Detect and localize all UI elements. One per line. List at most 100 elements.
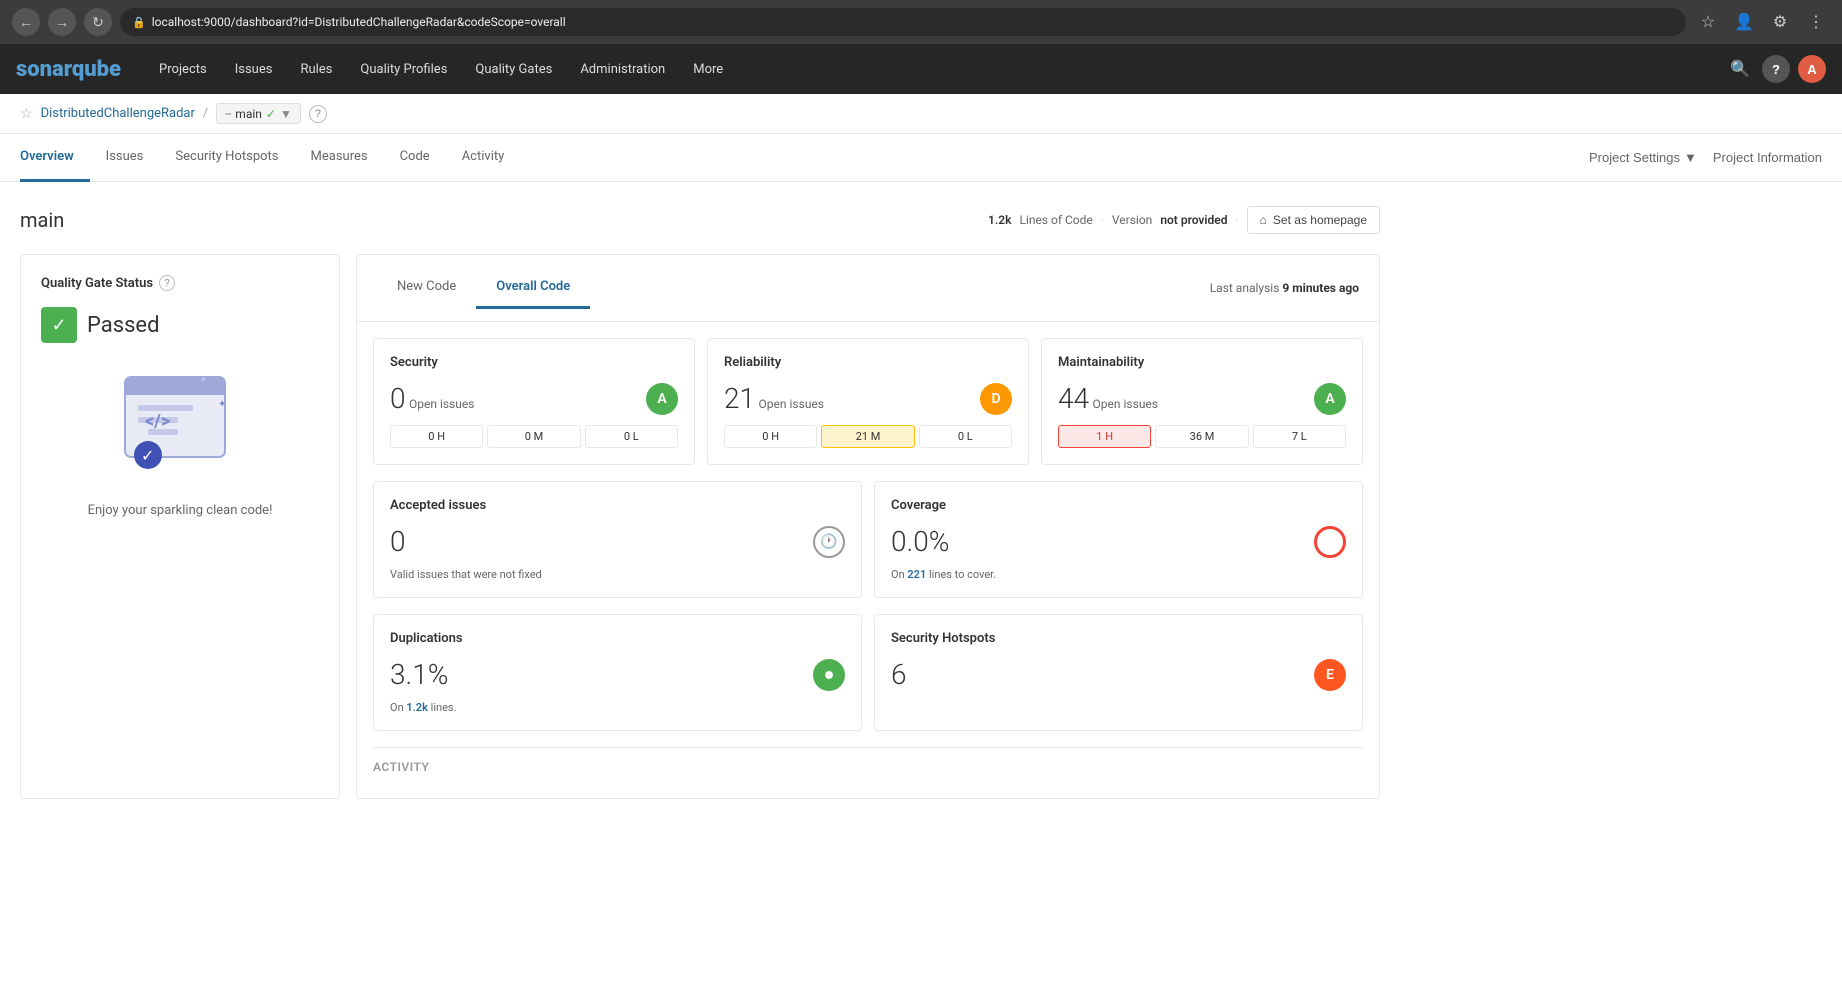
security-value-row: 0 Open issues A — [390, 382, 678, 415]
coverage-sub-count: 221 — [907, 568, 926, 581]
accepted-icon: 🕐 — [813, 526, 845, 558]
accepted-title: Accepted issues — [390, 498, 845, 513]
avatar-button[interactable]: A — [1798, 55, 1826, 83]
meta-sep2: · — [1236, 213, 1239, 227]
forward-button[interactable]: → — [48, 8, 76, 36]
address-bar[interactable]: 🔒 localhost:9000/dashboard?id=Distribute… — [120, 8, 1686, 36]
subnav-activity[interactable]: Activity — [446, 134, 521, 182]
version-value: not provided — [1160, 213, 1227, 227]
maintainability-label: Open issues — [1093, 397, 1158, 411]
loc-label: Lines of Code — [1019, 213, 1092, 227]
dup-dot-inner — [825, 671, 833, 679]
last-analysis: Last analysis 9 minutes ago — [1210, 281, 1359, 295]
nav-projects[interactable]: Projects — [145, 44, 221, 94]
coverage-sublabel: On 221 lines to cover. — [891, 568, 1346, 581]
quality-gate-card: Quality Gate Status ? ✓ Passed — [20, 254, 340, 799]
quality-gate-help-button[interactable]: ? — [159, 275, 175, 291]
meta-sep: · — [1101, 213, 1104, 227]
profile-button[interactable]: 👤 — [1730, 8, 1758, 36]
security-hotspots-value: 6 — [891, 658, 907, 691]
project-breadcrumb-link[interactable]: DistributedChallengeRadar — [41, 106, 195, 121]
bookmark-button[interactable]: ☆ — [1694, 8, 1722, 36]
subnav-security-hotspots[interactable]: Security Hotspots — [159, 134, 294, 182]
nav-rules[interactable]: Rules — [286, 44, 346, 94]
breadcrumb-bar: ☆ DistributedChallengeRadar / ⎯ main ✓ ▼… — [0, 94, 1842, 134]
last-analysis-time: 9 minutes ago — [1282, 281, 1359, 295]
branch-badge[interactable]: ⎯ main ✓ ▼ — [216, 103, 301, 124]
accepted-value-row: 0 🕐 — [390, 525, 845, 558]
duplications-values: 3.1% — [390, 658, 448, 691]
subnav-overview[interactable]: Overview — [20, 134, 90, 182]
project-name: main — [20, 208, 988, 232]
illustration-svg: ✦ ✦ ✦ </> ✓ — [100, 367, 260, 487]
subnav-right: Project Settings ▼ Project Information — [1589, 134, 1822, 181]
quality-gate-header: Quality Gate Status ? — [41, 275, 319, 291]
nav-administration[interactable]: Administration — [566, 44, 679, 94]
security-breakdown: 0 H 0 M 0 L — [390, 425, 678, 448]
coverage-sub-prefix: On — [891, 568, 905, 581]
project-info-button[interactable]: Project Information — [1713, 150, 1822, 165]
maintainability-low: 7 L — [1253, 425, 1346, 448]
top-nav: sonarqube Projects Issues Rules Quality … — [0, 44, 1842, 94]
subnav-code[interactable]: Code — [384, 134, 446, 182]
nav-issues[interactable]: Issues — [221, 44, 287, 94]
subnav-measures[interactable]: Measures — [295, 134, 384, 182]
reliability-value-row: 21 Open issues D — [724, 382, 1012, 415]
code-tabs: New Code Overall Code — [377, 267, 590, 309]
star-icon[interactable]: ☆ — [20, 106, 33, 122]
refresh-button[interactable]: ↻ — [84, 8, 112, 36]
menu-button[interactable]: ⋮ — [1802, 8, 1830, 36]
chevron-down-icon: ▼ — [1684, 150, 1697, 165]
svg-text:✦: ✦ — [208, 380, 220, 396]
dropdown-icon[interactable]: ▼ — [280, 107, 292, 121]
duplications-sublabel: On 1.2k lines. — [390, 701, 845, 714]
metric-cards-row3: Duplications 3.1% On 1.2k — [357, 614, 1379, 747]
clean-code-message: Enjoy your sparkling clean code! — [41, 503, 319, 518]
check-icon: ✓ — [266, 107, 276, 121]
back-button[interactable]: ← — [12, 8, 40, 36]
duplications-card: Duplications 3.1% On 1.2k — [373, 614, 862, 731]
loc-count: 1.2k — [988, 213, 1011, 227]
logo-sq: sonarqube — [16, 57, 121, 82]
extensions-button[interactable]: ⚙ — [1766, 8, 1794, 36]
new-code-label: New Code — [397, 279, 456, 294]
duplications-title: Duplications — [390, 631, 845, 646]
reliability-value: 21 — [724, 382, 755, 415]
coverage-sub-suffix: lines to cover. — [929, 568, 996, 581]
maintainability-breakdown: 1 H 36 M 7 L — [1058, 425, 1346, 448]
dup-sub-count: 1.2k — [406, 701, 428, 714]
accepted-sublabel: Valid issues that were not fixed — [390, 568, 845, 581]
metrics-top: New Code Overall Code Last analysis 9 mi… — [357, 255, 1379, 322]
coverage-title: Coverage — [891, 498, 1346, 513]
tab-new-code[interactable]: New Code — [377, 267, 476, 309]
coverage-values: 0.0% — [891, 525, 949, 558]
help-button[interactable]: ? — [1762, 55, 1790, 83]
browser-right-icons: ☆ 👤 ⚙ ⋮ — [1694, 8, 1830, 36]
accepted-issues-card: Accepted issues 0 🕐 Valid issues that we… — [373, 481, 862, 598]
project-settings-button[interactable]: Project Settings ▼ — [1589, 150, 1697, 165]
nav-quality-gates[interactable]: Quality Gates — [461, 44, 566, 94]
security-low: 0 L — [585, 425, 678, 448]
breadcrumb-help-button[interactable]: ? — [309, 105, 327, 123]
tab-overall-code[interactable]: Overall Code — [476, 267, 590, 309]
sonarqube-logo[interactable]: sonarqube — [16, 57, 121, 82]
search-button[interactable]: 🔍 — [1726, 55, 1754, 83]
security-hotspots-value-row: 6 E — [891, 658, 1346, 691]
browser-chrome: ← → ↻ 🔒 localhost:9000/dashboard?id=Dist… — [0, 0, 1842, 44]
accepted-values: 0 — [390, 525, 406, 558]
security-hotspots-card: Security Hotspots 6 E — [874, 614, 1363, 731]
duplications-value-row: 3.1% — [390, 658, 845, 691]
subnav-issues[interactable]: Issues — [90, 134, 160, 182]
dashboard-grid: Quality Gate Status ? ✓ Passed — [20, 254, 1380, 799]
sub-nav: Overview Issues Security Hotspots Measur… — [0, 134, 1842, 182]
maintainability-card: Maintainability 44 Open issues A 1 H 36 … — [1041, 338, 1363, 465]
maintainability-med: 36 M — [1155, 425, 1248, 448]
maintainability-value-row: 44 Open issues A — [1058, 382, 1346, 415]
dup-sub-suffix: lines. — [431, 701, 457, 714]
clean-code-illustration: ✦ ✦ ✦ </> ✓ — [41, 367, 319, 487]
nav-quality-profiles[interactable]: Quality Profiles — [346, 44, 461, 94]
nav-more[interactable]: More — [679, 44, 737, 94]
reliability-low: 0 L — [919, 425, 1012, 448]
dup-sub-prefix: On — [390, 701, 404, 714]
set-homepage-button[interactable]: ⌂ Set as homepage — [1247, 206, 1380, 234]
